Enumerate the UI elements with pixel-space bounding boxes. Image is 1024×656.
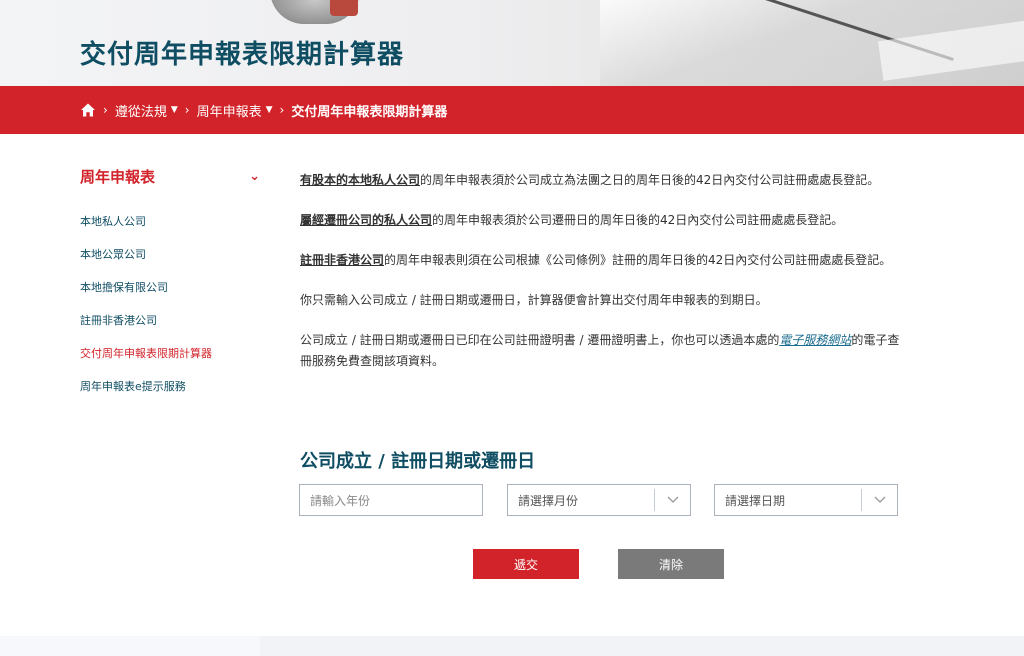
caret-down-icon: ▼ <box>170 105 178 115</box>
page-title: 交付周年申報表限期計算器 <box>80 40 405 70</box>
chevron-down-icon <box>861 489 897 511</box>
breadcrumb-separator-icon: › <box>279 103 285 117</box>
text-link[interactable]: 屬經遷冊公司的私人公司 <box>300 213 432 227</box>
breadcrumb: › 遵從法規 ▼ › 周年申報表 ▼ › 交付周年申報表限期計算器 <box>0 86 1024 134</box>
breadcrumb-home[interactable] <box>80 102 96 118</box>
breadcrumb-label: 周年申報表 <box>196 104 262 120</box>
sidebar-title: 周年申報表 <box>80 168 156 186</box>
month-select[interactable]: 請選擇月份 <box>507 484 691 516</box>
paragraph-text: 的周年申報表須於公司遷冊日的周年日後的42日內交付公司註冊處處長登記。 <box>432 213 844 227</box>
sidebar: 周年申報表 ⌄ 本地私人公司 本地公眾公司 本地擔保有限公司 註冊非香港公司 交… <box>80 166 270 403</box>
footer-strip <box>260 636 1024 656</box>
home-icon <box>81 103 95 117</box>
breadcrumb-label: 交付周年申報表限期計算器 <box>291 104 448 120</box>
day-select[interactable]: 請選擇日期 <box>714 484 898 516</box>
breadcrumb-item-annual-return[interactable]: 周年申報表 ▼ <box>197 101 273 120</box>
breadcrumb-item-compliance[interactable]: 遵從法規 ▼ <box>115 101 178 120</box>
eservices-link[interactable]: 電子服務網站 <box>779 333 851 347</box>
paragraph: 屬經遷冊公司的私人公司的周年申報表須於公司遷冊日的周年日後的42日內交付公司註冊… <box>300 210 900 231</box>
sidebar-item-local-private[interactable]: 本地私人公司 <box>80 205 270 238</box>
caret-down-icon: ▼ <box>265 105 273 115</box>
paragraph: 註冊非香港公司的周年申報表則須在公司根據《公司條例》註冊的周年日後的42日內交付… <box>300 250 900 271</box>
clear-button[interactable]: 清除 <box>618 549 724 579</box>
sidebar-section-toggle[interactable]: 周年申報表 ⌄ <box>80 166 270 187</box>
month-select-value: 請選擇月份 <box>518 493 579 508</box>
paragraph: 公司成立 / 註冊日期或遷冊日已印在公司註冊證明書 / 遷冊證明書上，你也可以透… <box>300 330 900 372</box>
chevron-down-icon <box>654 489 690 511</box>
submit-button[interactable]: 遞交 <box>473 549 579 579</box>
paragraph: 你只需輸入公司成立 / 註冊日期或遷冊日，計算器便會計算出交付周年申報表的到期日… <box>300 290 900 311</box>
sidebar-item-ereminder[interactable]: 周年申報表e提示服務 <box>80 370 270 403</box>
sidebar-item-local-public[interactable]: 本地公眾公司 <box>80 238 270 271</box>
paragraph-text: 公司成立 / 註冊日期或遷冊日已印在公司註冊證明書 / 遷冊證明書上，你也可以透… <box>300 333 780 347</box>
breadcrumb-label: 遵從法規 <box>114 104 167 120</box>
year-input[interactable]: 請輸入年份 <box>299 484 483 516</box>
sidebar-list: 本地私人公司 本地公眾公司 本地擔保有限公司 註冊非香港公司 交付周年申報表限期… <box>80 205 270 403</box>
breadcrumb-separator-icon: › <box>184 103 190 117</box>
chevron-down-icon: ⌄ <box>249 169 260 184</box>
form-title: 公司成立 / 註冊日期或遷冊日 <box>300 451 536 472</box>
header-banner: 交付周年申報表限期計算器 <box>0 0 1024 86</box>
breadcrumb-separator-icon: › <box>103 103 108 117</box>
intro-content: 有股本的本地私人公司的周年申報表須於公司成立為法團之日的周年日後的42日內交付公… <box>300 170 900 391</box>
sidebar-item-calculator[interactable]: 交付周年申報表限期計算器 <box>80 337 270 370</box>
paragraph-text: 的周年申報表須於公司成立為法團之日的周年日後的42日內交付公司註冊處處長登記。 <box>420 173 880 187</box>
paragraph-text: 的周年申報表則須在公司根據《公司條例》註冊的周年日後的42日內交付公司註冊處處長… <box>384 253 892 267</box>
sidebar-item-non-hk[interactable]: 註冊非香港公司 <box>80 304 270 337</box>
text-link[interactable]: 註冊非香港公司 <box>300 253 384 267</box>
sidebar-item-guarantee[interactable]: 本地擔保有限公司 <box>80 271 270 304</box>
day-select-value: 請選擇日期 <box>725 493 786 508</box>
breadcrumb-item-current: 交付周年申報表限期計算器 <box>291 101 447 120</box>
paragraph-text: 你只需輸入公司成立 / 註冊日期或遷冊日，計算器便會計算出交付周年申報表的到期日… <box>300 293 768 307</box>
paragraph: 有股本的本地私人公司的周年申報表須於公司成立為法團之日的周年日後的42日內交付公… <box>300 170 900 191</box>
banner-decoration <box>330 0 358 16</box>
text-link[interactable]: 有股本的本地私人公司 <box>300 173 420 187</box>
